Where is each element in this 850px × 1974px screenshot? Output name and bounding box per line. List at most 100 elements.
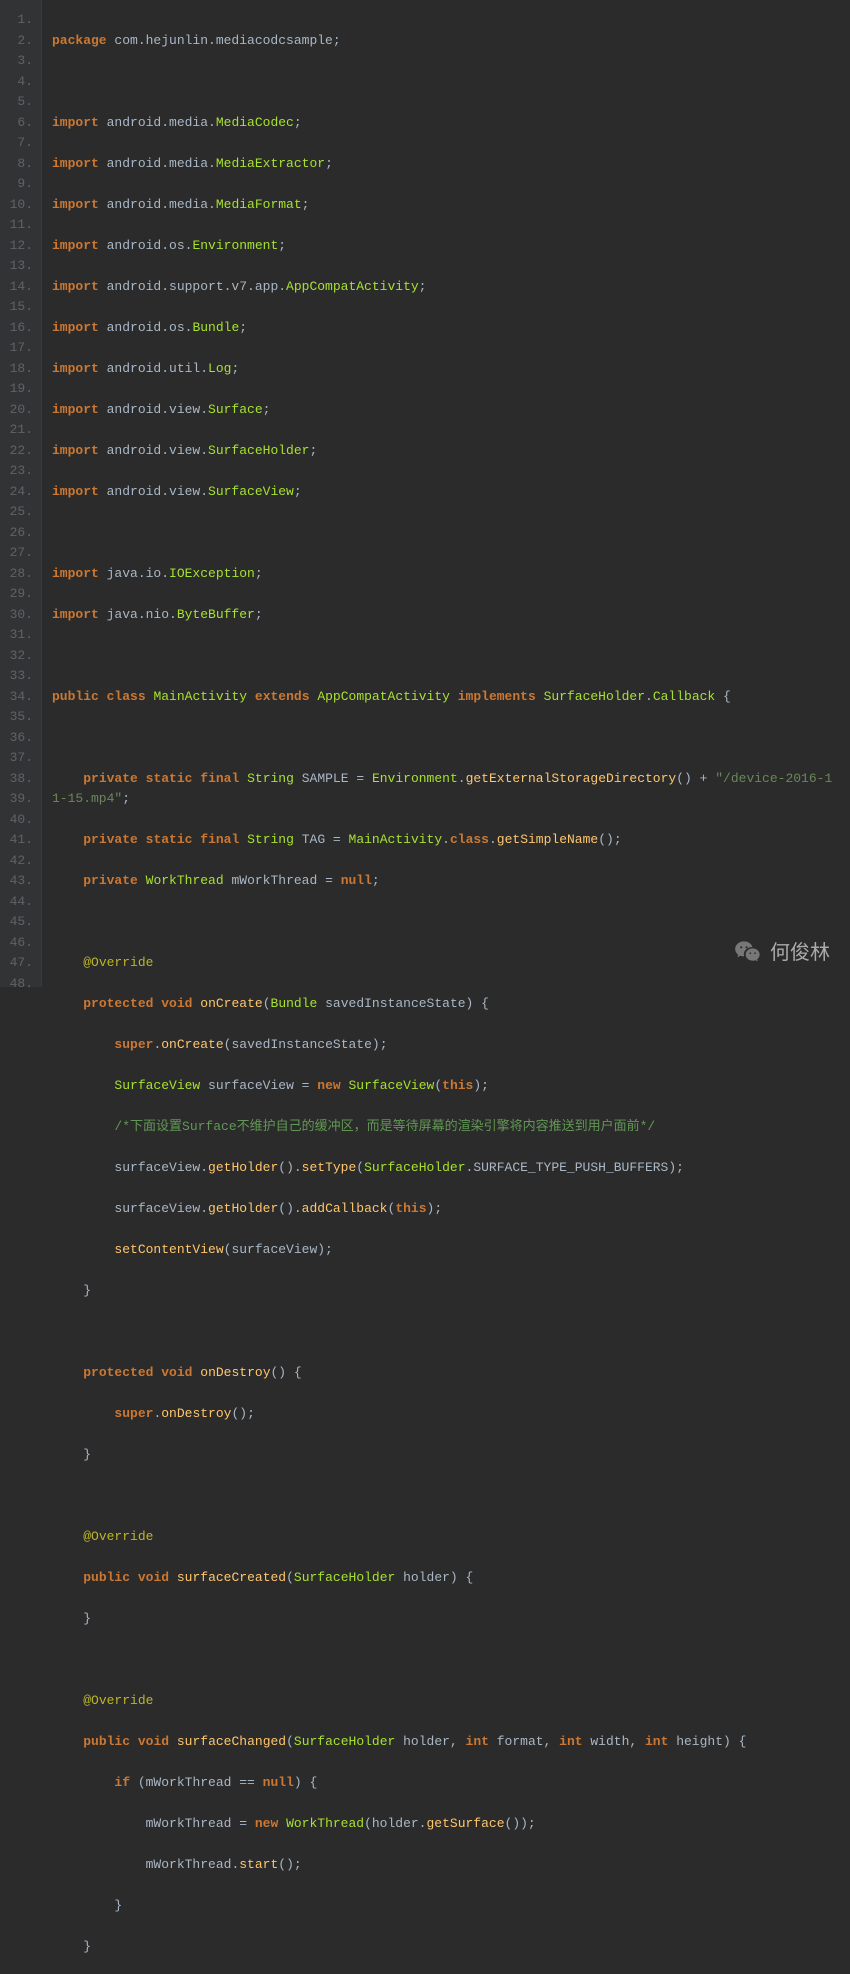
line-number: 45. xyxy=(0,912,33,933)
code-line[interactable]: } xyxy=(52,1937,850,1958)
line-number: 27. xyxy=(0,543,33,564)
line-number: 1. xyxy=(0,10,33,31)
code-line[interactable]: import android.media.MediaExtractor; xyxy=(52,154,850,175)
code-line[interactable]: import java.io.IOException; xyxy=(52,564,850,585)
code-line[interactable]: import android.view.SurfaceHolder; xyxy=(52,441,850,462)
line-number: 20. xyxy=(0,400,33,421)
code-line[interactable]: public void surfaceCreated(SurfaceHolder… xyxy=(52,1568,850,1589)
line-number: 29. xyxy=(0,584,33,605)
code-line[interactable]: import java.nio.ByteBuffer; xyxy=(52,605,850,626)
code-area[interactable]: package com.hejunlin.mediacodcsample; im… xyxy=(42,0,850,987)
code-line[interactable]: private static final String TAG = MainAc… xyxy=(52,830,850,851)
line-number: 38. xyxy=(0,769,33,790)
code-line[interactable]: if (mWorkThread == null) { xyxy=(52,1773,850,1794)
line-gutter: 1. 2. 3. 4. 5. 6. 7. 8. 9. 10. 11. 12. 1… xyxy=(0,0,42,987)
code-line[interactable]: import android.view.Surface; xyxy=(52,400,850,421)
line-number: 30. xyxy=(0,605,33,626)
code-line[interactable]: protected void onCreate(Bundle savedInst… xyxy=(52,994,850,1015)
line-number: 17. xyxy=(0,338,33,359)
code-line[interactable]: setContentView(surfaceView); xyxy=(52,1240,850,1261)
code-line[interactable]: /*下面设置Surface不维护自己的缓冲区，而是等待屏幕的渲染引擎将内容推送到… xyxy=(52,1117,850,1138)
line-number: 8. xyxy=(0,154,33,175)
code-line[interactable]: mWorkThread = new WorkThread(holder.getS… xyxy=(52,1814,850,1835)
code-line[interactable]: @Override xyxy=(52,1527,850,1548)
code-line[interactable]: super.onCreate(savedInstanceState); xyxy=(52,1035,850,1056)
code-line[interactable]: private WorkThread mWorkThread = null; xyxy=(52,871,850,892)
code-line[interactable] xyxy=(52,72,850,93)
code-line[interactable]: } xyxy=(52,1896,850,1917)
line-number: 42. xyxy=(0,851,33,872)
line-number: 31. xyxy=(0,625,33,646)
code-line[interactable]: import android.support.v7.app.AppCompatA… xyxy=(52,277,850,298)
line-number: 25. xyxy=(0,502,33,523)
line-number: 48. xyxy=(0,974,33,995)
line-number: 32. xyxy=(0,646,33,667)
line-number: 26. xyxy=(0,523,33,544)
line-number: 34. xyxy=(0,687,33,708)
line-number: 14. xyxy=(0,277,33,298)
line-number: 6. xyxy=(0,113,33,134)
code-line[interactable] xyxy=(52,523,850,544)
line-number: 39. xyxy=(0,789,33,810)
code-line[interactable]: import android.media.MediaFormat; xyxy=(52,195,850,216)
code-line[interactable]: surfaceView.getHolder().addCallback(this… xyxy=(52,1199,850,1220)
line-number: 11. xyxy=(0,215,33,236)
code-line[interactable]: surfaceView.getHolder().setType(SurfaceH… xyxy=(52,1158,850,1179)
code-line[interactable]: import android.os.Environment; xyxy=(52,236,850,257)
line-number: 35. xyxy=(0,707,33,728)
code-line[interactable]: } xyxy=(52,1445,850,1466)
line-number: 12. xyxy=(0,236,33,257)
line-number: 16. xyxy=(0,318,33,339)
code-line[interactable]: import android.os.Bundle; xyxy=(52,318,850,339)
code-line[interactable]: } xyxy=(52,1281,850,1302)
code-line[interactable] xyxy=(52,728,850,749)
line-number: 5. xyxy=(0,92,33,113)
code-line[interactable]: } xyxy=(52,1609,850,1630)
line-number: 3. xyxy=(0,51,33,72)
code-line[interactable]: public class MainActivity extends AppCom… xyxy=(52,687,850,708)
wechat-icon xyxy=(734,939,762,967)
code-line[interactable]: import android.util.Log; xyxy=(52,359,850,380)
line-number: 33. xyxy=(0,666,33,687)
code-line[interactable]: @Override xyxy=(52,953,850,974)
code-editor: 1. 2. 3. 4. 5. 6. 7. 8. 9. 10. 11. 12. 1… xyxy=(0,0,850,987)
line-number: 28. xyxy=(0,564,33,585)
code-line[interactable]: mWorkThread.start(); xyxy=(52,1855,850,1876)
line-number: 44. xyxy=(0,892,33,913)
line-number: 24. xyxy=(0,482,33,503)
line-number: 36. xyxy=(0,728,33,749)
line-number: 37. xyxy=(0,748,33,769)
line-number: 13. xyxy=(0,256,33,277)
line-number: 22. xyxy=(0,441,33,462)
watermark-text: 何俊林 xyxy=(770,943,830,964)
code-line[interactable] xyxy=(52,912,850,933)
code-line[interactable]: public void surfaceChanged(SurfaceHolder… xyxy=(52,1732,850,1753)
line-number: 2. xyxy=(0,31,33,52)
code-line[interactable]: super.onDestroy(); xyxy=(52,1404,850,1425)
line-number: 21. xyxy=(0,420,33,441)
line-number: 43. xyxy=(0,871,33,892)
line-number: 7. xyxy=(0,133,33,154)
line-number: 46. xyxy=(0,933,33,954)
code-line[interactable] xyxy=(52,1650,850,1671)
line-number: 9. xyxy=(0,174,33,195)
line-number: 18. xyxy=(0,359,33,380)
code-line[interactable]: private static final String SAMPLE = Env… xyxy=(52,769,850,790)
watermark: 何俊林 xyxy=(734,939,830,967)
code-line[interactable] xyxy=(52,646,850,667)
line-number: 40. xyxy=(0,810,33,831)
code-line[interactable]: package com.hejunlin.mediacodcsample; xyxy=(52,31,850,52)
line-number: 23. xyxy=(0,461,33,482)
line-number: 4. xyxy=(0,72,33,93)
code-line[interactable]: import android.media.MediaCodec; xyxy=(52,113,850,134)
code-line[interactable]: @Override xyxy=(52,1691,850,1712)
line-number: 47. xyxy=(0,953,33,974)
code-line[interactable] xyxy=(52,1322,850,1343)
line-number: 15. xyxy=(0,297,33,318)
code-line[interactable]: protected void onDestroy() { xyxy=(52,1363,850,1384)
code-line[interactable]: SurfaceView surfaceView = new SurfaceVie… xyxy=(52,1076,850,1097)
code-line[interactable]: import android.view.SurfaceView; xyxy=(52,482,850,503)
line-number: 10. xyxy=(0,195,33,216)
line-number: 41. xyxy=(0,830,33,851)
code-line[interactable] xyxy=(52,1486,850,1507)
